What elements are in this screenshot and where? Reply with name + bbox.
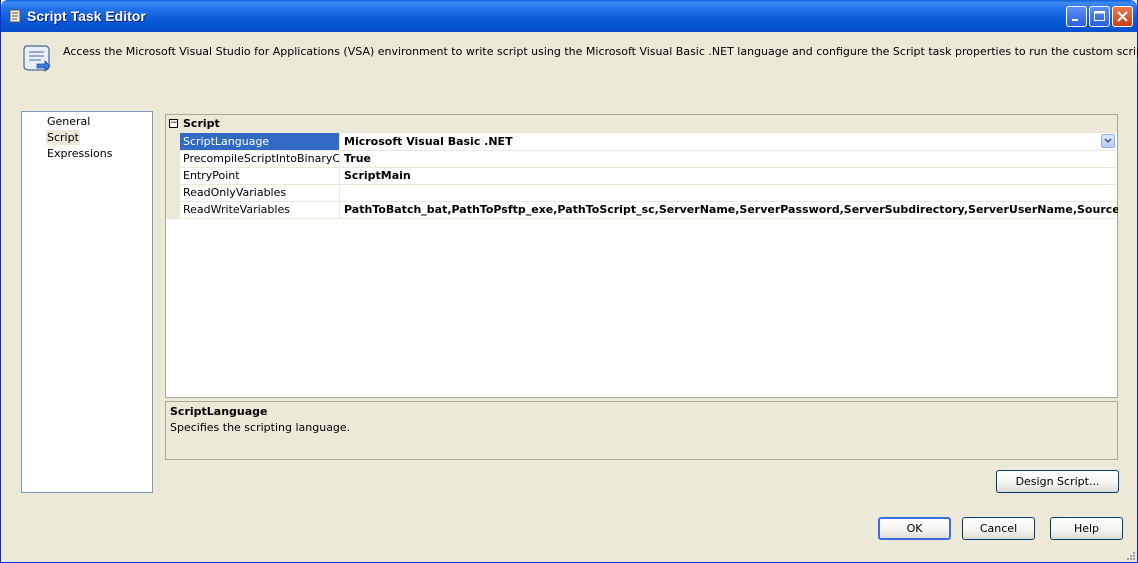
nav-item-expressions[interactable]: Expressions [46,146,113,161]
minimize-button[interactable] [1066,6,1087,27]
property-value[interactable]: ScriptMain [343,167,1118,184]
property-value[interactable]: Microsoft Visual Basic .NET [343,133,1118,150]
property-value[interactable]: True [343,150,1118,167]
design-script-button[interactable]: Design Script... [996,470,1119,493]
property-name[interactable]: PrecompileScriptIntoBinaryCode [180,150,340,167]
category-label: Script [183,117,220,130]
help-title: ScriptLanguage [170,405,268,418]
script-icon [9,9,21,23]
grid-gutter [166,133,180,219]
property-name[interactable]: EntryPoint [180,167,340,184]
minimize-icon [1072,19,1078,21]
property-help-pane: ScriptLanguage Specifies the scripting l… [165,401,1118,460]
resize-grip-icon[interactable] [1125,550,1135,560]
help-button[interactable]: Help [1050,517,1123,540]
title-bar[interactable]: Script Task Editor [1,0,1137,32]
help-description: Specifies the scripting language. [170,421,351,434]
nav-item-script[interactable]: Script [46,130,80,145]
banner-description: Access the Microsoft Visual Studio for A… [63,45,1138,58]
category-row[interactable]: − Script [166,115,1117,133]
maximize-button[interactable] [1089,6,1110,27]
property-row-scriptlanguage[interactable]: ScriptLanguage Microsoft Visual Basic .N… [180,133,1117,151]
property-grid: − Script ScriptLanguage Microsoft Visual… [165,114,1118,398]
maximize-icon [1094,11,1105,21]
close-button[interactable] [1112,6,1133,27]
page-nav-list: General Script Expressions [21,111,153,493]
property-value[interactable]: PathToBatch_bat,PathToPsftp_exe,PathToSc… [343,201,1118,218]
property-name[interactable]: ScriptLanguage [180,133,340,150]
close-icon [1117,11,1128,22]
nav-item-general[interactable]: General [46,114,91,129]
cancel-button[interactable]: Cancel [962,517,1035,540]
script-task-editor-window: Script Task Editor Access the Microsoft … [0,0,1138,563]
chevron-down-icon [1104,138,1112,144]
property-name[interactable]: ReadOnlyVariables [180,184,340,201]
property-row-entrypoint[interactable]: EntryPoint ScriptMain [180,167,1117,185]
property-row-readonlyvariables[interactable]: ReadOnlyVariables [180,184,1117,202]
property-name[interactable]: ReadWriteVariables [180,201,340,218]
ok-button[interactable]: OK [878,517,951,540]
property-row-readwritevariables[interactable]: ReadWriteVariables PathToBatch_bat,PathT… [180,201,1118,219]
property-value[interactable] [343,184,1118,201]
dropdown-button[interactable] [1101,134,1115,148]
collapse-icon[interactable]: − [169,119,178,128]
property-row-precompile[interactable]: PrecompileScriptIntoBinaryCode True [180,150,1117,168]
scroll-icon [23,45,51,72]
window-title: Script Task Editor [27,8,146,24]
